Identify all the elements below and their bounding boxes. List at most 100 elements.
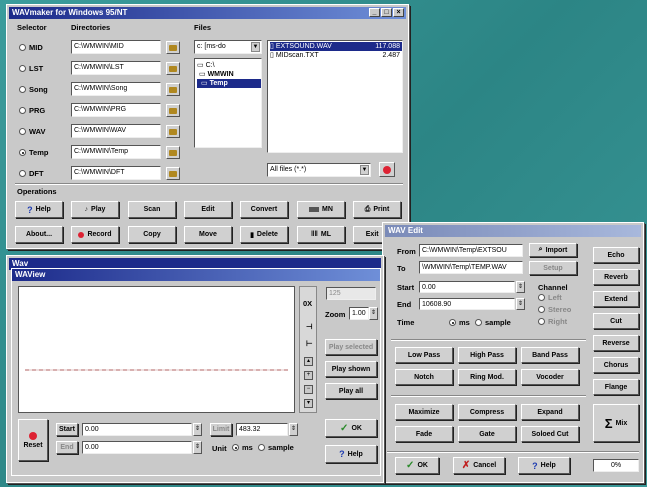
view-ok-button[interactable]: ✓ OK [325, 419, 377, 437]
mix-button[interactable]: Σ Mix [593, 404, 639, 442]
radio-unit-ms[interactable] [449, 319, 456, 326]
end-button[interactable]: End [56, 441, 78, 454]
view-help-button[interactable]: ? Help [325, 445, 377, 463]
position-field[interactable]: 125 [326, 287, 376, 300]
radio-mid[interactable] [19, 44, 26, 51]
wav-edit-titlebar[interactable]: WAV Edit [385, 225, 641, 237]
move-button[interactable]: Move [184, 226, 232, 243]
import-button[interactable]: ⌕ Import [529, 243, 577, 257]
compress-button[interactable]: Compress [458, 404, 516, 420]
start-spinner[interactable]: ⇕ [516, 281, 525, 293]
radio-unit-sample[interactable] [475, 319, 482, 326]
directory-tree[interactable]: ▭ C:\ ▭ WMWIN ▭ Temp [194, 58, 262, 148]
dir-field-prg[interactable]: C:\WMWIN\PRG [71, 103, 161, 117]
radio-wav[interactable] [19, 128, 26, 135]
to-field[interactable]: \WMWIN\Temp\TEMP.WAV [419, 261, 523, 274]
cursor-right-icon[interactable]: ⊢ [306, 339, 313, 348]
start-button[interactable]: Start [56, 423, 78, 436]
play-shown-button[interactable]: Play shown [325, 361, 377, 377]
waveform-display[interactable] [18, 286, 295, 413]
radio-channel-stereo[interactable] [538, 306, 545, 313]
browse-button-prg[interactable] [166, 104, 180, 117]
ok-button[interactable]: ✓ OK [395, 457, 439, 474]
limit-field[interactable]: 483.32 [236, 423, 288, 436]
radio-channel-left[interactable] [538, 294, 545, 301]
edit-button[interactable]: Edit [184, 201, 232, 218]
radio-temp[interactable] [19, 149, 26, 156]
reset-button[interactable]: Reset [18, 419, 48, 461]
from-field[interactable]: C:\WMWIN\Temp\EXTSOU [419, 244, 523, 257]
browse-button-dft[interactable] [166, 167, 180, 180]
end-field[interactable]: 10608.90 [419, 298, 515, 310]
start-field[interactable]: 0.00 [419, 281, 515, 293]
ml-button[interactable]: ǁǁ ML [297, 226, 345, 243]
mn-button[interactable]: MN [297, 201, 345, 218]
radio-view-unit-sample[interactable] [258, 444, 265, 451]
browse-button-song[interactable] [166, 83, 180, 96]
notch-button[interactable]: Notch [395, 369, 453, 385]
setup-button[interactable]: Setup [529, 261, 577, 275]
end-field[interactable]: 0.00 [82, 441, 192, 454]
maximize-effect-button[interactable]: Maximize [395, 404, 453, 420]
play-button[interactable]: ♪ Play [71, 201, 119, 218]
maximize-button[interactable]: □ [381, 8, 392, 17]
ring-mod-button[interactable]: Ring Mod. [458, 369, 516, 385]
limit-button[interactable]: Limit [210, 423, 232, 436]
chorus-button[interactable]: Chorus [593, 357, 639, 373]
flange-button[interactable]: Flange [593, 379, 639, 395]
record-button[interactable]: Record [71, 226, 119, 243]
start-field[interactable]: 0.00 [82, 423, 192, 436]
start-spinner[interactable]: ⇕ [193, 423, 202, 436]
delete-button[interactable]: ▮ Delete [240, 226, 288, 243]
band-pass-button[interactable]: Band Pass [521, 347, 579, 363]
tree-item-root[interactable]: ▭ C:\ [197, 61, 261, 70]
dir-field-temp[interactable]: C:\WMWIN\Temp [71, 145, 161, 159]
echo-button[interactable]: Echo [593, 247, 639, 263]
dir-field-dft[interactable]: C:\WMWIN\DFT [71, 166, 161, 180]
minimize-button[interactable]: _ [369, 8, 380, 17]
play-all-button[interactable]: Play all [325, 383, 377, 399]
scroll-down-button[interactable]: ▾ [304, 399, 313, 408]
high-pass-button[interactable]: High Pass [458, 347, 516, 363]
drive-select[interactable]: c: [ms-do ▼ [194, 40, 262, 54]
radio-song[interactable] [19, 86, 26, 93]
zoom-scrollbar[interactable]: 0X ⊣ ⊢ ▴ + − ▾ [299, 286, 317, 413]
dir-field-wav[interactable]: C:\WMWIN\WAV [71, 124, 161, 138]
end-spinner[interactable]: ⇕ [516, 298, 525, 310]
scan-button[interactable]: Scan [128, 201, 176, 218]
convert-button[interactable]: Convert [240, 201, 288, 218]
fade-button[interactable]: Fade [395, 426, 453, 442]
soloed-cut-button[interactable]: Soloed Cut [521, 426, 579, 442]
print-button[interactable]: ⎙ Print [353, 201, 401, 218]
low-pass-button[interactable]: Low Pass [395, 347, 453, 363]
help-button[interactable]: ? Help [15, 201, 63, 218]
radio-prg[interactable] [19, 107, 26, 114]
copy-button[interactable]: Copy [128, 226, 176, 243]
scroll-page-down-button[interactable]: − [304, 385, 313, 394]
expand-button[interactable]: Expand [521, 404, 579, 420]
help-button-edit[interactable]: ? Help [518, 457, 570, 474]
zoom-spinner[interactable]: ⇕ [369, 307, 378, 320]
zoom-field[interactable]: 1.00 [349, 307, 369, 320]
cancel-button[interactable]: ✗ Cancel [453, 457, 505, 474]
radio-dft[interactable] [19, 170, 26, 177]
extend-button[interactable]: Extend [593, 291, 639, 307]
file-list[interactable]: ▯ EXTSOUND.WAV 117.088 ▯ MIDscan.TXT 2.4… [267, 40, 403, 153]
end-spinner[interactable]: ⇕ [193, 441, 202, 454]
radio-lst[interactable] [19, 65, 26, 72]
scroll-page-up-button[interactable]: + [304, 371, 313, 380]
filter-apply-button[interactable] [379, 162, 395, 177]
dir-field-song[interactable]: C:\WMWIN\Song [71, 82, 161, 96]
browse-button-lst[interactable] [166, 62, 180, 75]
cursor-left-icon[interactable]: ⊣ [306, 322, 313, 331]
close-button[interactable]: × [393, 8, 404, 17]
gate-button[interactable]: Gate [458, 426, 516, 442]
play-selected-button[interactable]: Play selected [325, 339, 377, 355]
browse-button-mid[interactable] [166, 41, 180, 54]
limit-spinner[interactable]: ⇕ [289, 423, 298, 436]
radio-channel-right[interactable] [538, 318, 545, 325]
browse-button-temp[interactable] [166, 146, 180, 159]
file-row[interactable]: ▯ MIDscan.TXT 2.487 [270, 51, 402, 60]
reverb-button[interactable]: Reverb [593, 269, 639, 285]
scroll-up-button[interactable]: ▴ [304, 357, 313, 366]
